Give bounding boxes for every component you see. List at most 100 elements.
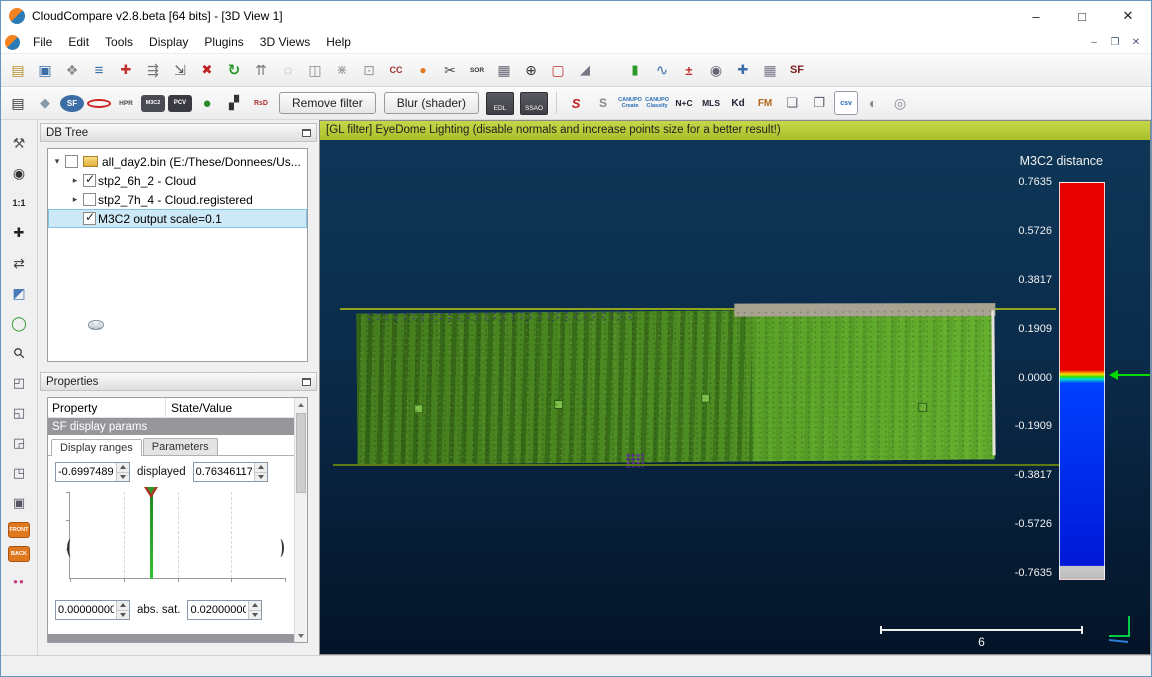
rgb-colors-icon[interactable]: ▮ [623,58,647,82]
remove-filter-button[interactable]: Remove filter [279,92,376,114]
mdi-minimize-button[interactable]: – [1085,34,1103,50]
subsample-icon[interactable]: ◌ [276,58,300,82]
visibility-checkbox[interactable] [83,193,96,206]
spin-up-button[interactable] [117,463,129,472]
float-panel-button[interactable] [302,129,311,137]
zoom-fit-icon[interactable]: ✚ [8,222,30,244]
noise-filter-icon[interactable]: ⋇ [330,58,354,82]
mls-icon[interactable]: MLS [699,91,723,115]
tools-icon[interactable]: ⚒ [8,132,30,154]
magnifier-icon[interactable]: ⚲ [3,337,34,368]
sat-min-input[interactable] [56,601,116,619]
menu-help[interactable]: Help [318,31,359,53]
view-back-icon[interactable]: ◳ [8,462,30,484]
point-pair-align-icon[interactable]: CC [384,58,408,82]
striped-box-icon[interactable]: ▤ [6,91,30,115]
clipping-box-icon[interactable]: ▢ [546,58,570,82]
rasterize-icon[interactable]: ▦ [758,58,782,82]
fm-icon[interactable]: FM [753,91,777,115]
stereo-icon[interactable]: ●● [8,570,30,592]
spin-down-button[interactable] [249,610,261,620]
menu-tools[interactable]: Tools [97,31,141,53]
sensor-icon[interactable]: ◉ [704,58,728,82]
facet-import-icon[interactable]: ❐ [807,91,831,115]
pcv-icon[interactable]: PCV [168,95,192,112]
npc-icon[interactable]: N+C [672,91,696,115]
minimize-button[interactable]: – [1013,1,1059,31]
edl-button[interactable]: EDL [486,92,514,115]
globe-icon[interactable]: ◎ [888,91,912,115]
spin-up-button[interactable] [117,601,129,610]
add-constant-sf-icon[interactable]: ✚ [731,58,755,82]
view-bottom-icon[interactable]: ◱ [8,402,30,424]
visibility-checkbox[interactable] [65,155,78,168]
view-front-icon[interactable]: ◲ [8,432,30,454]
menu-3d-views[interactable]: 3D Views [252,31,318,53]
sf-arithmetic-icon[interactable]: SF [785,58,809,82]
ellipse-icon[interactable] [87,99,111,108]
menu-edit[interactable]: Edit [60,31,97,53]
point-picking-icon[interactable]: ⊕ [519,58,543,82]
clone-icon[interactable]: ❖ [60,58,84,82]
facet-export-icon[interactable]: ❏ [780,91,804,115]
mdi-restore-button[interactable]: ❐ [1106,34,1124,50]
maximize-button[interactable]: □ [1059,1,1105,31]
sf-histogram[interactable] [60,490,285,592]
scrollbar-thumb[interactable] [296,413,306,493]
segment-icon[interactable]: ✂ [438,58,462,82]
histogram-marker-line[interactable] [150,492,153,579]
tab-parameters[interactable]: Parameters [143,438,218,455]
expander-icon[interactable]: ▾ [51,156,63,167]
menu-file[interactable]: File [25,31,60,53]
blur-shader-button[interactable]: Blur (shader) [384,92,479,114]
tree-item[interactable]: ▸ stp2_7h_4 - Cloud.registered [48,190,307,209]
scroll-down-button[interactable] [295,629,307,642]
poisson-icon[interactable]: ● [195,91,219,115]
apply-transformation-icon[interactable]: ⇲ [168,58,192,82]
saturation-handle-left[interactable] [67,539,75,557]
fine-registration-icon[interactable]: ⇈ [249,58,273,82]
tree-item[interactable]: ▸ stp2_6h_2 - Cloud [48,171,307,190]
extract-section-icon[interactable]: ⊡ [357,58,381,82]
tab-display-ranges[interactable]: Display ranges [51,439,142,456]
qsra-icon[interactable]: S [564,91,588,115]
3d-canvas[interactable]: M3C2 distance 0.7635 0.5726 0.3817 0.190… [320,140,1150,654]
sat-max-input[interactable] [188,601,248,619]
spin-up-button[interactable] [255,463,267,472]
view-iso-icon[interactable]: ▣ [8,492,30,514]
zoom-1-1-icon[interactable]: 1:1 [8,192,30,214]
sf-histogram-icon[interactable]: ∿ [650,58,674,82]
orient-plane-icon[interactable]: ◢ [573,58,597,82]
close-button[interactable]: ✕ [1105,1,1151,31]
properties-list-icon[interactable]: ≡ [87,58,111,82]
open-icon[interactable]: ▤ [6,58,30,82]
back-view-icon[interactable]: BACK [8,546,30,562]
delete-icon[interactable]: ✖ [195,58,219,82]
resample-icon[interactable]: ⇶ [141,58,165,82]
sf-minmax-icon[interactable]: ± [677,58,701,82]
front-view-icon[interactable]: FRONT [8,522,30,538]
pivot-icon[interactable]: ⇄ [8,252,30,274]
m3c2-icon[interactable]: M3C2 [141,95,165,112]
spin-down-button[interactable] [117,472,129,482]
menu-display[interactable]: Display [141,31,196,53]
view-top-icon[interactable]: ◰ [8,372,30,394]
histogram-marker-icon[interactable] [144,487,158,498]
merge-icon[interactable]: ✚ [114,58,138,82]
visibility-checkbox[interactable] [83,212,96,225]
sf-display-min-input[interactable] [56,463,116,481]
properties-scrollbar[interactable] [294,398,307,642]
saturation-handle-right[interactable] [276,539,284,557]
sor-filter-icon[interactable]: SOR [465,58,489,82]
mdi-close-button[interactable]: ✕ [1127,34,1145,50]
snapshot-camera-icon[interactable]: ◉ [8,162,30,184]
csv-export-icon[interactable]: csv [834,91,858,115]
menu-plugins[interactable]: Plugins [196,31,251,53]
cross-section-icon[interactable]: ▦ [492,58,516,82]
spin-up-button[interactable] [249,601,261,610]
qsf-tools-icon[interactable]: SF [60,95,84,112]
tree-item[interactable]: ▾ all_day2.bin (E:/These/Donnees/Us... [48,152,307,171]
sphere-view-icon[interactable]: ◯ [8,312,30,334]
register-icon[interactable]: ↻ [222,58,246,82]
tree-item[interactable]: M3C2 output scale=0.1 [48,209,307,228]
